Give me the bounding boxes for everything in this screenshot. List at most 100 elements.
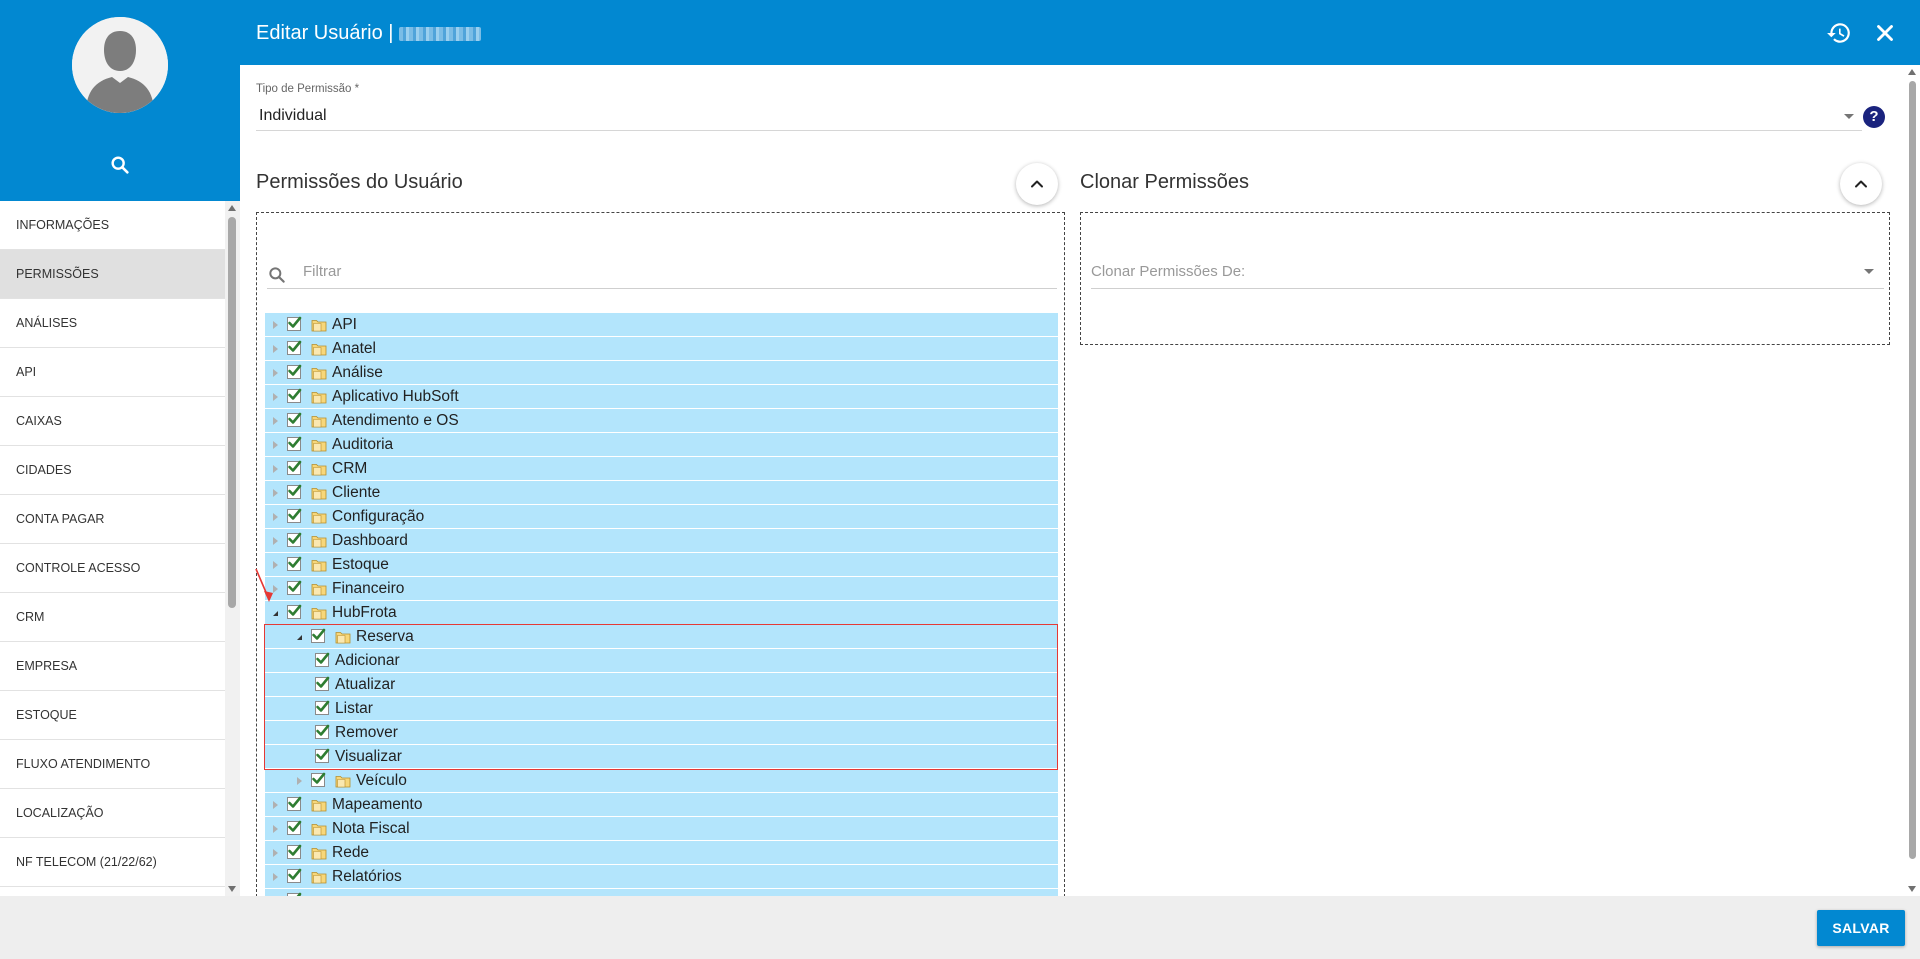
tree-row[interactable]: Veículo [265,769,1058,793]
tree-row[interactable]: Anatel [265,337,1058,361]
tree-node-label[interactable]: Dashboard [332,532,408,550]
tree-node-label[interactable]: Atualizar [335,676,395,694]
save-button[interactable]: SALVAR [1817,910,1905,946]
tree-node-label[interactable]: Financeiro [332,580,404,598]
tree-node-label[interactable]: Cliente [332,484,380,502]
tree-node-label[interactable]: Listar [335,700,373,718]
tree-checkbox[interactable] [311,628,326,643]
help-icon[interactable]: ? [1863,106,1885,128]
tree-collapsed-icon[interactable] [269,319,281,331]
tree-row[interactable]: Aplicativo HubSoft [265,385,1058,409]
permission-type-select[interactable]: Individual [256,101,1862,131]
tree-checkbox[interactable] [287,460,302,475]
sidebar-item[interactable] [0,887,225,896]
tree-node-label[interactable]: Atendimento e OS [332,412,459,430]
tree-node-label[interactable]: CRM [332,460,367,478]
tree-row[interactable]: Rede [265,841,1058,865]
tree-collapsed-icon[interactable] [269,583,281,595]
tree-collapsed-icon[interactable] [269,511,281,523]
clone-permissions-select[interactable]: Clonar Permissões De: [1091,255,1884,289]
tree-collapsed-icon[interactable] [269,415,281,427]
tree-node-label[interactable]: Rede [332,844,369,862]
tree-checkbox[interactable] [287,340,302,355]
scroll-down-icon[interactable] [228,886,236,892]
tree-checkbox[interactable] [287,844,302,859]
sidebar-scrollbar-thumb[interactable] [228,217,236,608]
sidebar-item[interactable]: NF TELECOM (21/22/62) [0,838,225,887]
tree-checkbox[interactable] [287,364,302,379]
tree-row[interactable]: Financeiro [265,577,1058,601]
tree-row[interactable]: HubFrota [265,601,1058,625]
tree-row[interactable] [265,889,1058,896]
tree-checkbox[interactable] [315,724,330,739]
tree-checkbox[interactable] [287,556,302,571]
tree-collapsed-icon[interactable] [269,439,281,451]
tree-expanded-icon[interactable] [293,631,305,643]
tree-row[interactable]: Auditoria [265,433,1058,457]
tree-checkbox[interactable] [287,436,302,451]
history-button[interactable] [1826,20,1852,46]
tree-collapsed-icon[interactable] [269,343,281,355]
tree-node-label[interactable]: Mapeamento [332,796,422,814]
tree-checkbox[interactable] [287,316,302,331]
tree-row[interactable]: Cliente [265,481,1058,505]
sidebar-item[interactable]: EMPRESA [0,642,225,691]
tree-checkbox[interactable] [287,508,302,523]
tree-checkbox[interactable] [287,532,302,547]
tree-checkbox[interactable] [315,748,330,763]
tree-node-label[interactable]: Configuração [332,508,424,526]
tree-row[interactable]: Adicionar [265,649,1058,673]
tree-collapsed-icon[interactable] [269,535,281,547]
tree-node-label[interactable]: Aplicativo HubSoft [332,388,459,406]
tree-row[interactable]: Reserva [265,625,1058,649]
tree-collapsed-icon[interactable] [269,391,281,403]
sidebar-item[interactable]: FLUXO ATENDIMENTO [0,740,225,789]
sidebar-item[interactable]: API [0,348,225,397]
tree-collapsed-icon[interactable] [269,463,281,475]
tree-collapsed-icon[interactable] [269,487,281,499]
tree-checkbox[interactable] [315,652,330,667]
tree-checkbox[interactable] [287,412,302,427]
tree-row[interactable]: API [265,313,1058,337]
scroll-up-icon[interactable] [228,205,236,211]
tree-collapsed-icon[interactable] [269,847,281,859]
tree-node-label[interactable]: HubFrota [332,604,397,622]
tree-expanded-icon[interactable] [269,607,281,619]
close-button[interactable] [1872,20,1898,46]
tree-row[interactable]: Atualizar [265,673,1058,697]
scroll-down-icon[interactable] [1908,886,1916,892]
sidebar-item[interactable]: PERMISSÕES [0,250,225,299]
tree-node-label[interactable]: Anatel [332,340,376,358]
tree-row[interactable]: Dashboard [265,529,1058,553]
tree-row[interactable]: Análise [265,361,1058,385]
tree-row[interactable]: Atendimento e OS [265,409,1058,433]
sidebar-item[interactable]: CONTROLE ACESSO [0,544,225,593]
tree-row[interactable]: Remover [265,721,1058,745]
tree-checkbox[interactable] [311,772,326,787]
sidebar-scrollbar[interactable] [225,201,240,896]
tree-checkbox[interactable] [287,868,302,883]
tree-row[interactable]: Configuração [265,505,1058,529]
filter-input[interactable] [303,255,1053,287]
scroll-up-icon[interactable] [1908,69,1916,75]
tree-node-label[interactable]: Veículo [356,772,407,790]
tree-checkbox[interactable] [287,604,302,619]
sidebar-item[interactable]: CONTA PAGAR [0,495,225,544]
sidebar-item[interactable]: ESTOQUE [0,691,225,740]
main-scrollbar-thumb[interactable] [1909,81,1916,859]
tree-checkbox[interactable] [287,820,302,835]
tree-collapsed-icon[interactable] [269,871,281,883]
tree-node-label[interactable]: Visualizar [335,748,402,766]
tree-row[interactable]: Mapeamento [265,793,1058,817]
tree-row[interactable]: CRM [265,457,1058,481]
tree-node-label[interactable]: API [332,316,357,334]
tree-checkbox[interactable] [287,388,302,403]
tree-collapsed-icon[interactable] [269,559,281,571]
tree-row[interactable]: Relatórios [265,865,1058,889]
tree-row[interactable]: Nota Fiscal [265,817,1058,841]
sidebar-item[interactable]: CRM [0,593,225,642]
tree-collapsed-icon[interactable] [269,823,281,835]
tree-node-label[interactable]: Análise [332,364,383,382]
tree-collapsed-icon[interactable] [269,799,281,811]
sidebar-item[interactable]: CAIXAS [0,397,225,446]
